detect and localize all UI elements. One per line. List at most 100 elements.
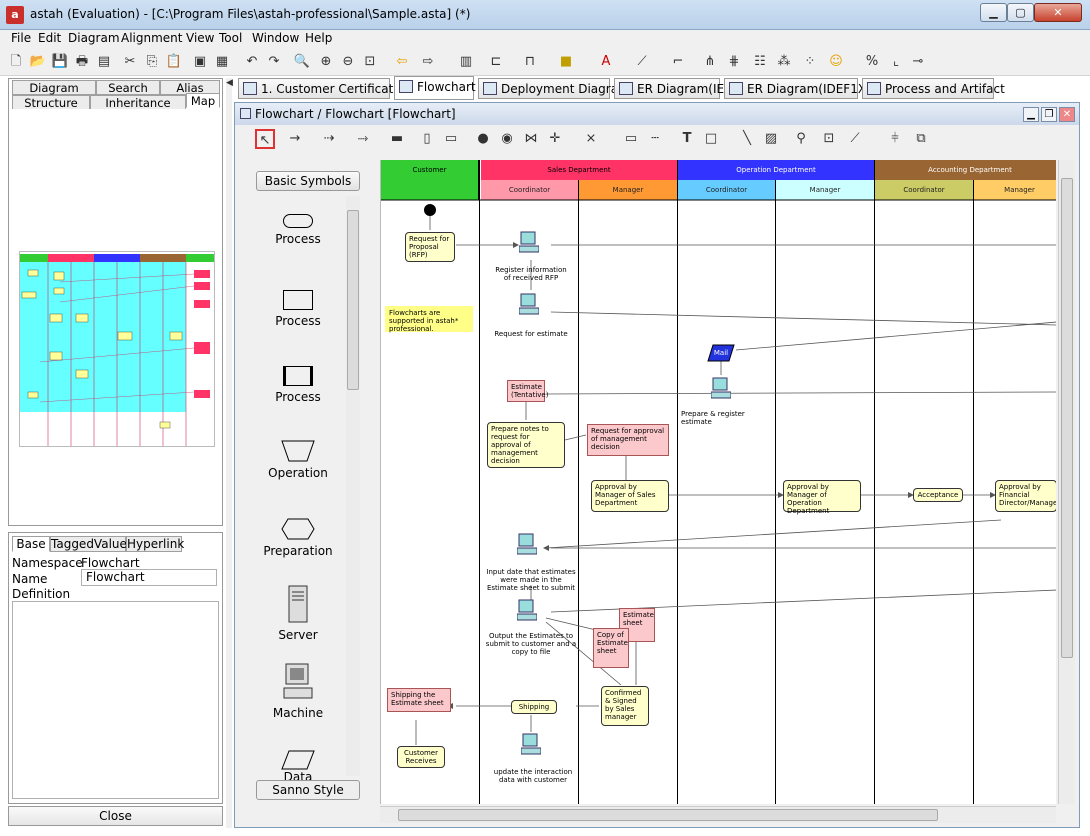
layout-icon[interactable]: ▥ [456,52,476,72]
ext-icon[interactable]: ⁘ [800,52,820,72]
frame-restore-button[interactable]: ❐ [1041,107,1057,122]
zoom-out-icon[interactable]: ⊖ [338,52,358,72]
definition-field[interactable] [12,601,219,799]
minimize-button[interactable]: ▁ [980,3,1007,22]
copy-icon[interactable]: ⎘ [142,52,162,72]
node-approval-sales-manager[interactable]: Approval by Manager of Sales Department [591,480,669,512]
pc-output-icon[interactable] [517,598,537,622]
canvas-horizontal-scrollbar[interactable] [380,806,1056,823]
tag-icon[interactable]: ▭ [621,129,641,149]
line-icon[interactable]: ⌞ [886,52,906,72]
palette-server[interactable]: Server [248,584,348,642]
palette-process-predefined[interactable]: Process [248,366,348,404]
label-register-info[interactable]: Register information of received RFP [491,266,571,282]
tab-taggedvalue[interactable]: TaggedValue [50,536,127,552]
forward-icon[interactable]: ⇨ [418,52,438,72]
vertical-scroll-thumb[interactable] [1061,178,1073,658]
line-icon[interactable]: ╲ [737,129,757,149]
zoom-in-icon[interactable]: ⊕ [316,52,336,72]
node-customer-receives[interactable]: Customer Receives [397,746,445,768]
menu-window[interactable]: Window [252,31,299,45]
bar-icon[interactable]: ▬ [387,129,407,149]
redo-icon[interactable]: ↷ [264,52,284,72]
palette-process-rect[interactable]: Process [248,290,348,328]
tab-inheritance[interactable]: Inheritance [90,95,186,110]
node-approval-operation-manager[interactable]: Approval by Manager of Operation Departm… [783,480,861,515]
hierarchy-icon[interactable]: ☷ [750,52,770,72]
font-color-icon[interactable]: A [596,52,616,72]
node-request-proposal[interactable]: Request for Proposal (RFP) [405,232,455,262]
select-tool-icon[interactable]: ↖ [255,129,275,149]
label-input-date[interactable]: Input date that estimates were made in t… [485,568,577,592]
palette-process-rounded[interactable]: Process [248,214,348,246]
node-confirmed-signed[interactable]: Confirmed & Signed by Sales manager [601,686,649,726]
percent-icon[interactable]: % [862,52,882,72]
flow-arrow-icon[interactable]: → [285,129,305,149]
dashed-arrow-icon[interactable]: ⇢ [319,129,339,149]
align-top-icon[interactable]: ⊓ [520,52,540,72]
undo-icon[interactable]: ↶ [242,52,262,72]
doc-copy-estimate[interactable]: Copy of Estimate sheet [593,628,629,668]
junction-icon[interactable]: ✛ [545,129,565,149]
tab-base[interactable]: Base [12,536,50,552]
menu-alignment[interactable]: Alignment [121,31,182,45]
smiley-icon[interactable]: ☺ [826,52,846,72]
pc-register-icon[interactable] [519,230,539,254]
diagram-overview-thumbnail[interactable] [19,251,215,447]
menu-file[interactable]: File [11,31,31,45]
connector-icon[interactable]: ⟋ [845,129,865,149]
doc-request-approval[interactable]: Request for approval of management decis… [587,424,669,456]
diagram-canvas[interactable]: Customer Sales Department Operation Depa… [380,160,1056,804]
new-icon[interactable]: 🗋 [6,52,26,72]
line-corner-icon[interactable]: ⌐ [668,52,688,72]
pc-request-estimate-icon[interactable] [519,292,539,316]
node-approval-financial[interactable]: Approval by Financial Director/Manager [995,480,1056,512]
back-icon[interactable]: ⇦ [392,52,412,72]
collapse-arrow-icon[interactable]: ◀ [226,78,233,88]
horizontal-lane-icon[interactable]: ▭ [441,129,461,149]
close-button[interactable]: Close [8,806,223,826]
doc-estimate-tentative[interactable]: Estimate (Tentative) [507,380,548,402]
label-request-estimate[interactable]: Request for estimate [491,330,571,338]
vertical-lane-icon[interactable]: ▯ [417,129,437,149]
canvas-vertical-scrollbar[interactable] [1058,160,1075,804]
box-icon[interactable]: ⊡ [819,129,839,149]
menu-view[interactable]: View [186,31,214,45]
pc-update-icon[interactable] [521,732,541,756]
doc-shipping-estimate[interactable]: Shipping the Estimate sheet [387,688,451,712]
menu-help[interactable]: Help [305,31,332,45]
palette-operation[interactable]: Operation [248,440,348,480]
cut-icon[interactable]: ✂ [120,52,140,72]
tree2-icon[interactable]: ⋕ [724,52,744,72]
tab-structure[interactable]: Structure [12,95,90,110]
tab-search[interactable]: Search [96,80,160,95]
line2-icon[interactable]: ⊸ [908,52,928,72]
open-icon[interactable]: 📂 [28,52,48,72]
name-field[interactable]: Flowchart [81,569,217,586]
dotted-icon[interactable]: ┄ [645,129,665,149]
color-icon[interactable]: ■ [556,52,576,72]
node-acceptance[interactable]: Acceptance [913,488,963,502]
start-node-icon[interactable]: ● [473,129,493,149]
arrow2-icon[interactable]: ⤑ [353,129,373,149]
pin-icon[interactable]: ⚲ [791,129,811,149]
fit-icon[interactable]: ⊡ [360,52,380,72]
tab-customer-certification[interactable]: 1. Customer Certification [238,78,412,99]
palette-scrollbar[interactable] [346,196,360,776]
pc-prepare-icon[interactable] [711,376,731,400]
end-node-icon[interactable]: ◉ [497,129,517,149]
panel-splitter[interactable]: ◀ [226,78,233,828]
text-icon[interactable]: T [677,129,697,149]
node-prepare-notes[interactable]: Prepare notes to request for approval of… [487,422,565,468]
print-preview-icon[interactable]: ▤ [94,52,114,72]
layer-icon[interactable]: ⧉ [911,129,931,149]
line-style-icon[interactable]: ⟋ [632,52,652,72]
horizontal-scroll-thumb[interactable] [398,809,938,821]
label-output-estimates[interactable]: Output the Estimates to submit to custom… [485,632,577,656]
network-icon[interactable]: ⁂ [774,52,794,72]
split-icon[interactable]: ⫩ [885,129,905,149]
align-left-icon[interactable]: ⊏ [486,52,506,72]
tab-map[interactable]: Map [186,93,220,108]
menu-edit[interactable]: Edit [38,31,61,45]
note-flowchart[interactable]: Flowcharts are supported in astah* profe… [385,306,473,333]
